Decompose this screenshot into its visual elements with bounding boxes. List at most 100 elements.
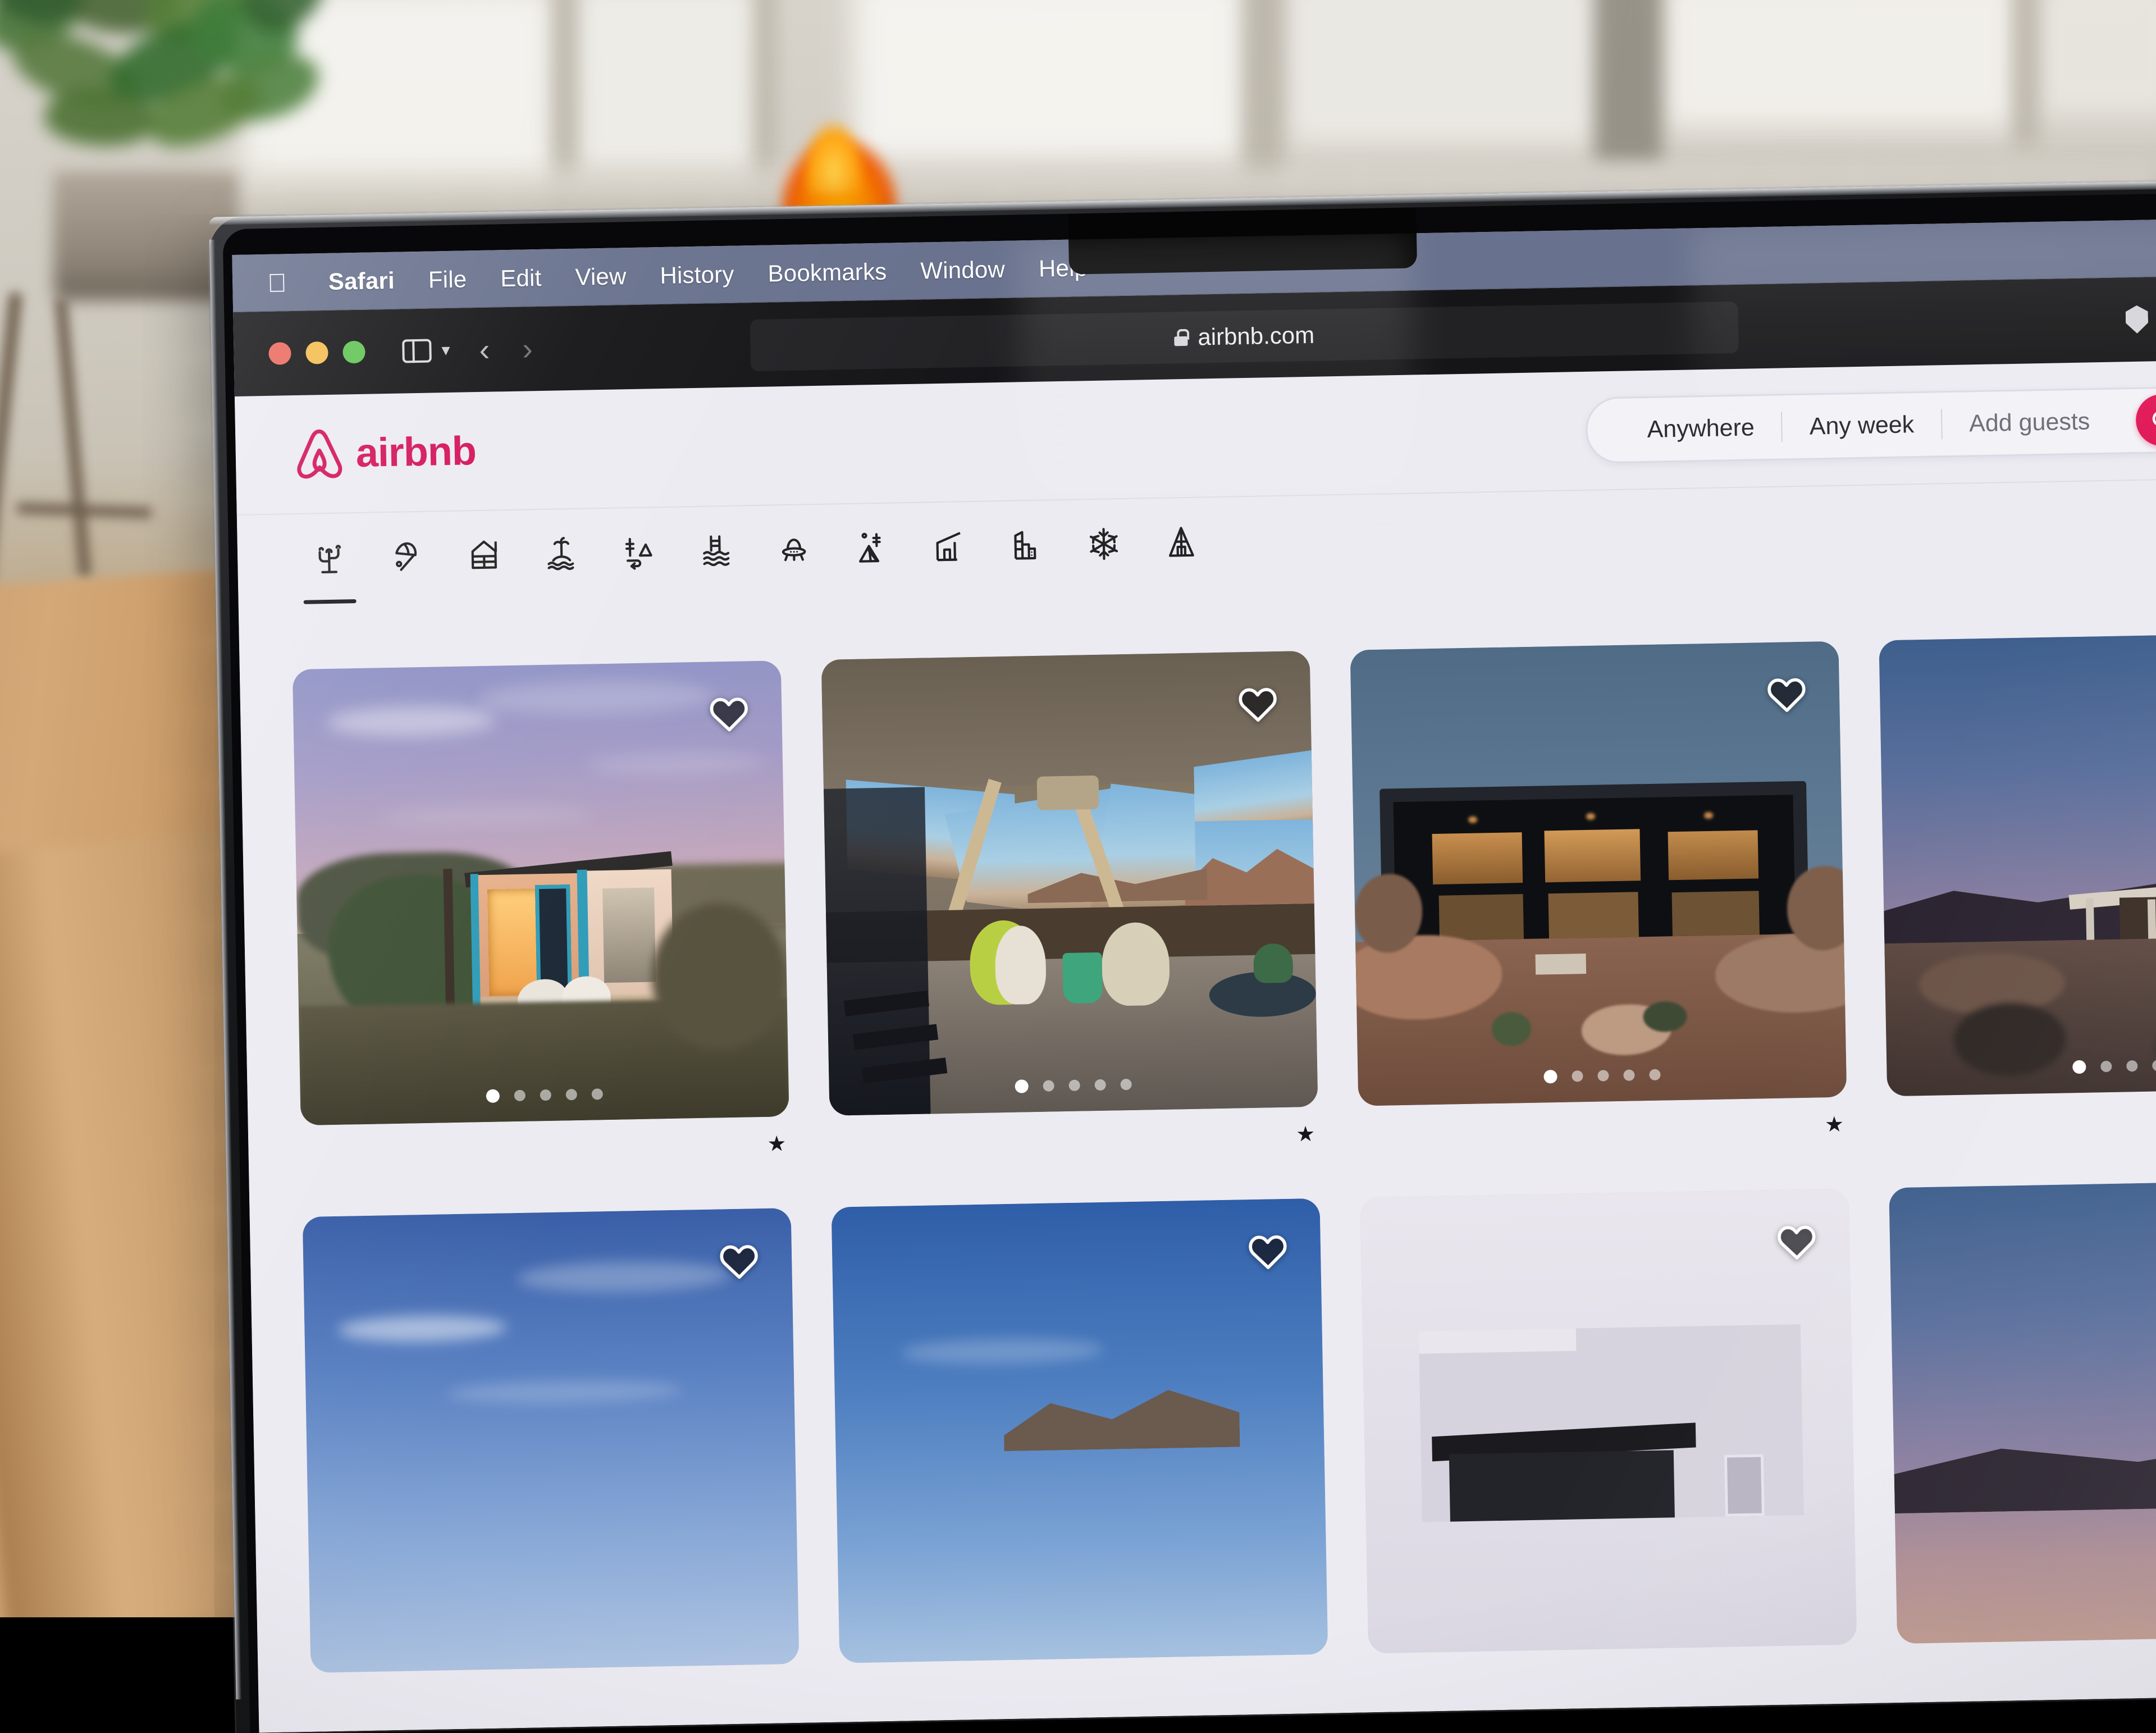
airbnb-wordmark: airbnb: [355, 428, 476, 476]
carousel-dot[interactable]: [1597, 1070, 1609, 1081]
apple-logo-icon[interactable]: : [267, 270, 287, 296]
stool-leg: [0, 292, 22, 583]
carousel-dot[interactable]: [2072, 1060, 2086, 1074]
zoom-button[interactable]: [342, 341, 366, 364]
listing-distance: [1363, 1145, 1844, 1154]
search-bar[interactable]: Anywhere Any week Add guests: [1586, 386, 2156, 464]
category-design[interactable]: [987, 521, 1066, 580]
minimize-button[interactable]: [305, 341, 328, 364]
listing-rating: ★: [1818, 1112, 1844, 1138]
back-button[interactable]: ‹: [479, 334, 490, 366]
window-pane: [1286, 0, 1600, 146]
listing-photo[interactable]: [1350, 641, 1847, 1106]
airbnb-belo-icon: [295, 427, 344, 480]
cactus-icon: [310, 533, 348, 582]
listing-dates: [305, 1164, 787, 1173]
listing-photo[interactable]: [1879, 631, 2156, 1096]
carousel-dot[interactable]: [1043, 1080, 1054, 1091]
privacy-shield-icon[interactable]: [2126, 305, 2149, 334]
category-omg[interactable]: [755, 525, 833, 583]
listing-title-row: ★: [1891, 1102, 2156, 1136]
carousel-dot[interactable]: [2100, 1061, 2112, 1072]
search-submit-button[interactable]: [2135, 394, 2156, 446]
carousel-dot[interactable]: [1649, 1069, 1660, 1080]
window-pane: [2032, 0, 2156, 118]
listing-card[interactable]: [1889, 1179, 2156, 1644]
listing-photo[interactable]: [1889, 1179, 2156, 1644]
category-camping[interactable]: [832, 523, 911, 582]
category-tiny-homes[interactable]: [910, 522, 988, 581]
tiny-home-icon: [930, 522, 968, 571]
carousel-dot[interactable]: [1068, 1080, 1080, 1091]
search-when[interactable]: Any week: [1782, 411, 1941, 441]
listing-card[interactable]: ★: [1350, 641, 1848, 1165]
star-icon: ★: [1825, 1112, 1844, 1138]
search-where[interactable]: Anywhere: [1620, 413, 1782, 444]
menu-item-bookmarks[interactable]: Bookmarks: [751, 258, 904, 288]
listing-dates: [834, 1155, 1315, 1164]
listing-card[interactable]: ★: [1879, 631, 2156, 1155]
carousel-dot[interactable]: [486, 1089, 500, 1103]
category-arctic[interactable]: [1065, 519, 1143, 578]
flame-core: [803, 121, 865, 194]
airbnb-logo[interactable]: airbnb: [295, 425, 477, 480]
camera-notch: [1068, 207, 1417, 274]
interior-lower: [1439, 894, 1524, 941]
carousel-dot[interactable]: [2152, 1060, 2156, 1071]
carousel-dot[interactable]: [1623, 1069, 1634, 1080]
listing-card[interactable]: [303, 1208, 800, 1673]
carousel-dot[interactable]: [1572, 1070, 1583, 1082]
carousel-dot[interactable]: [1015, 1079, 1028, 1093]
stool-leg: [55, 298, 91, 578]
carousel-dot[interactable]: [592, 1088, 603, 1100]
heart-icon[interactable]: [715, 1238, 764, 1286]
listing-photo[interactable]: [303, 1208, 800, 1673]
window-mullion: [1244, 0, 1283, 185]
listing-card[interactable]: [1360, 1189, 1857, 1654]
category-a-frames[interactable]: [1142, 518, 1221, 577]
listing-photo[interactable]: [293, 660, 789, 1125]
carousel-dot[interactable]: [2126, 1060, 2137, 1071]
search-guests[interactable]: Add guests: [1942, 407, 2117, 438]
heart-icon[interactable]: [1244, 1228, 1292, 1276]
carousel-dot[interactable]: [1120, 1079, 1131, 1090]
listing-photo[interactable]: [1360, 1189, 1857, 1654]
category-amazing-pools[interactable]: [677, 526, 756, 585]
category-cabins[interactable]: [445, 531, 523, 590]
menu-item-file[interactable]: File: [411, 266, 483, 294]
category-desert[interactable]: [290, 533, 368, 592]
forward-button[interactable]: ›: [522, 333, 533, 364]
menu-item-edit[interactable]: Edit: [483, 264, 559, 292]
listing-card[interactable]: [832, 1198, 1328, 1663]
carousel-dot[interactable]: [514, 1090, 526, 1101]
carousel-dot[interactable]: [1543, 1070, 1557, 1083]
carousel-dot[interactable]: [1094, 1079, 1106, 1091]
star-icon: ★: [767, 1131, 787, 1157]
listing-photo[interactable]: [832, 1198, 1328, 1663]
heart-icon[interactable]: [1773, 1218, 1821, 1266]
category-beach[interactable]: [367, 532, 446, 591]
close-button[interactable]: [268, 342, 291, 365]
heart-icon[interactable]: [1234, 681, 1282, 729]
parapet: [1419, 1328, 1577, 1353]
photo-sky: [1889, 1179, 2156, 1644]
listing-distance: [834, 1155, 1315, 1164]
category-islands[interactable]: [522, 529, 601, 588]
menu-item-view[interactable]: View: [558, 263, 643, 291]
chevron-down-icon[interactable]: ▾: [441, 342, 450, 359]
sidebar-toggle-button[interactable]: ▾: [402, 339, 450, 363]
listing-photo[interactable]: [821, 651, 1318, 1116]
carousel-dot[interactable]: [540, 1089, 551, 1101]
address-bar[interactable]: airbnb.com: [750, 302, 1739, 371]
menu-item-history[interactable]: History: [643, 261, 751, 290]
photo-carousel-dots: [486, 1087, 603, 1103]
listing-card[interactable]: ★: [821, 651, 1319, 1175]
menu-item-safari[interactable]: Safari: [311, 267, 412, 295]
heart-icon[interactable]: [1762, 671, 1811, 719]
window: [1724, 1454, 1765, 1516]
heart-icon[interactable]: [705, 690, 753, 738]
category-national-parks[interactable]: [600, 528, 678, 587]
listing-card[interactable]: ★: [293, 660, 791, 1184]
menu-item-window[interactable]: Window: [903, 256, 1022, 285]
carousel-dot[interactable]: [566, 1089, 577, 1100]
